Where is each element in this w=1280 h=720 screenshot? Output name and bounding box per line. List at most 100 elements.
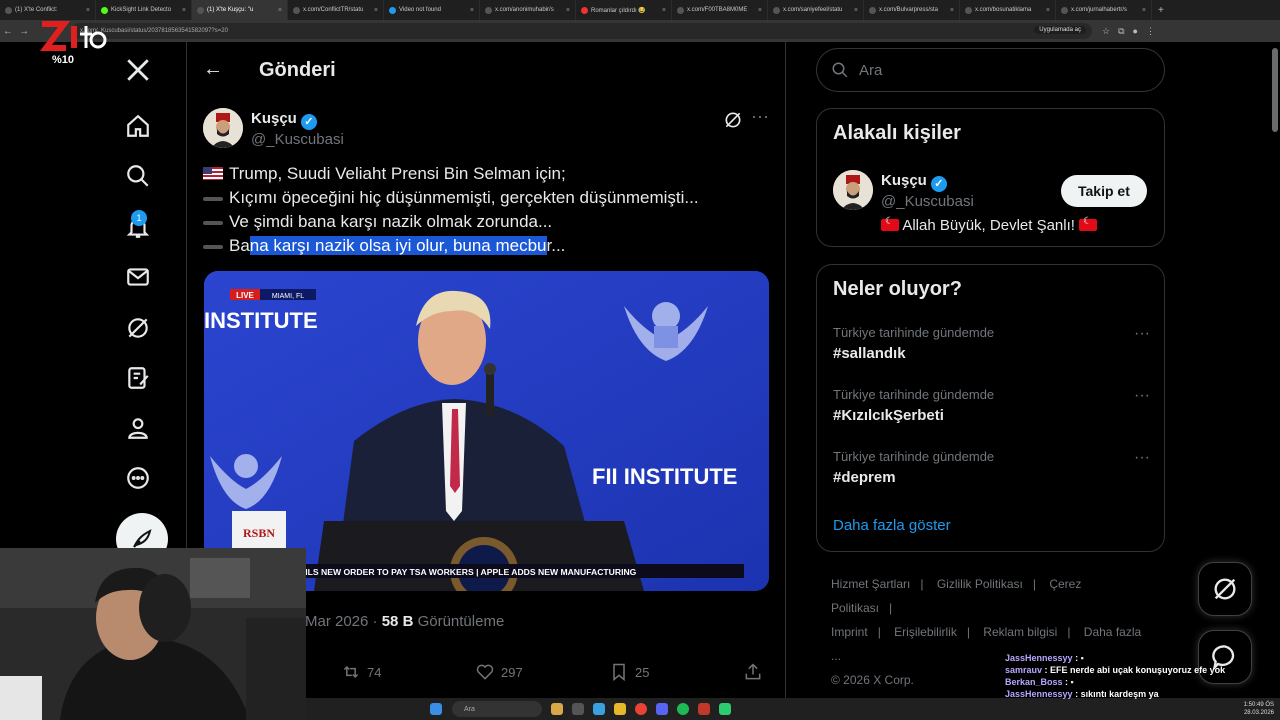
retweet-count: 74 [367, 664, 382, 680]
messages-envelope-icon[interactable] [118, 257, 158, 297]
tab-close-icon[interactable]: × [182, 7, 186, 14]
footer-link[interactable]: Erişilebilirlik [894, 625, 957, 639]
tab-close-icon[interactable]: × [470, 7, 474, 14]
tab-close-icon[interactable]: × [758, 7, 762, 14]
chrome-icon[interactable] [635, 703, 647, 715]
relevant-avatar[interactable] [833, 170, 873, 210]
url-field[interactable]: x.com/_Kuscubasi/status/2037818563541582… [72, 23, 1092, 39]
browser-tab[interactable]: x.com/bosunatiklama × [960, 0, 1056, 20]
author-name[interactable]: Kuşçu ✓ [251, 110, 317, 130]
verified-badge-icon: ✓ [930, 176, 947, 192]
browser-tab[interactable]: Video not found × [384, 0, 480, 20]
follow-button[interactable]: Takip et [1061, 175, 1147, 207]
edge-icon[interactable] [593, 703, 605, 715]
share-button[interactable] [743, 662, 763, 682]
browser-tab[interactable]: x.com/jurnalhabertr/s × [1056, 0, 1152, 20]
trend-more-icon[interactable]: ··· [1134, 325, 1150, 343]
grok-icon[interactable] [118, 308, 158, 348]
trend-more-icon[interactable]: ··· [1134, 449, 1150, 467]
relevant-name[interactable]: Kuşçu ✓ [881, 172, 947, 192]
browser-tab[interactable]: x.com/anonimuhabir/s × [480, 0, 576, 20]
weather-icon[interactable] [551, 703, 563, 715]
page-scrollbar[interactable] [1272, 48, 1278, 132]
task-view-icon[interactable] [572, 703, 584, 715]
forward-nav-icon[interactable]: → [16, 26, 32, 37]
grok-fab-button[interactable] [1198, 562, 1252, 616]
relevant-bio: Allah Büyük, Devlet Şanlı! [881, 216, 1098, 234]
browser-tab[interactable]: x.com/F00TBA8M0ME × [672, 0, 768, 20]
file-explorer-icon[interactable] [614, 703, 626, 715]
profile-icon[interactable]: ● [1133, 26, 1138, 36]
retweet-button[interactable]: 74 [341, 662, 381, 682]
like-button[interactable]: 297 [475, 662, 523, 682]
tweet-more-icon[interactable]: ··· [751, 106, 769, 127]
right-sidebar: Ara Alakalı kişiler Kuşçu ✓ @_Kuscubasi T… [786, 42, 1280, 720]
system-tray[interactable]: 1:50:49 ÖS 28.03.2026 [1244, 701, 1274, 717]
tab-label: x.com/saniyefeel/statu [783, 7, 843, 13]
lists-icon[interactable] [118, 358, 158, 398]
tab-close-icon[interactable]: × [374, 7, 378, 14]
app-icon[interactable] [698, 703, 710, 715]
tab-close-icon[interactable]: × [566, 7, 570, 14]
star-icon[interactable]: ☆ [1102, 26, 1110, 37]
new-tab-icon[interactable]: + [1158, 5, 1164, 16]
tab-close-icon[interactable]: × [86, 7, 90, 14]
menu-icon[interactable]: ⋮ [1146, 26, 1155, 37]
tweet-line: Bana karşı nazik olsa iyi olur, buna mec… [203, 234, 763, 258]
browser-tab[interactable]: KickSight Link Detecto × [96, 0, 192, 20]
profile-icon[interactable] [118, 408, 158, 448]
footer-link[interactable]: Reklam bilgisi [983, 625, 1057, 639]
relevant-handle[interactable]: @_Kuscubasi [881, 193, 974, 210]
tab-favicon-icon [197, 6, 204, 14]
tab-close-icon[interactable]: × [1046, 7, 1050, 14]
tweet-video[interactable]: LIVE MIAMI, FL INSTITUTE FII INSTITUTE R… [204, 271, 769, 591]
tweet-date[interactable]: Mar 2026 · [305, 613, 378, 630]
author-handle[interactable]: @_Kuscubasi [251, 131, 344, 148]
tab-label: Romanlar çıldırdı 😂 [591, 7, 646, 14]
show-more-link[interactable]: Daha fazla göster [833, 517, 951, 534]
tab-favicon-icon [485, 6, 492, 14]
open-in-app-button[interactable]: Uygulamada aç [1034, 26, 1086, 34]
windows-start-icon[interactable] [430, 703, 442, 715]
home-icon[interactable] [118, 106, 158, 146]
spotify-icon[interactable] [677, 703, 689, 715]
tab-label: x.com/ConflictTR/statu [303, 7, 364, 13]
tab-favicon-icon [869, 6, 876, 14]
tab-favicon-icon [389, 6, 396, 14]
browser-tab[interactable]: x.com/ConflictTR/statu × [288, 0, 384, 20]
author-avatar[interactable] [203, 108, 243, 148]
trend-item[interactable]: Türkiye tarihinde gündemde #KızılcıkŞerb… [833, 387, 1150, 424]
footer-link[interactable]: Gizlilik Politikası [937, 577, 1023, 591]
x-logo-icon[interactable] [118, 50, 158, 90]
bookmark-button[interactable]: 25 [609, 662, 649, 682]
tab-close-icon[interactable]: × [854, 7, 858, 14]
footer-link[interactable]: Hizmet Şartları [831, 577, 910, 591]
tab-close-icon[interactable]: × [1142, 7, 1146, 14]
browser-tab[interactable]: (1) X'te Conflict: × [0, 0, 96, 20]
app-icon[interactable] [719, 703, 731, 715]
tab-close-icon[interactable]: × [950, 7, 954, 14]
tab-close-icon[interactable]: × [662, 7, 666, 14]
back-arrow-icon[interactable]: ← [203, 58, 223, 81]
trend-more-icon[interactable]: ··· [1134, 387, 1150, 405]
discord-icon[interactable] [656, 703, 668, 715]
browser-tab[interactable]: (1) X'te Kuşçu: "u × [192, 0, 288, 20]
trend-item[interactable]: Türkiye tarihinde gündemde #deprem ··· [833, 449, 1150, 486]
trend-item[interactable]: Türkiye tarihinde gündemde #sallandık ··… [833, 325, 1150, 362]
search-box[interactable]: Ara [816, 48, 1165, 92]
tab-close-icon[interactable]: × [278, 7, 282, 14]
chat-text: EFE nerde abi uçak konuşuyoruz efe yok [1050, 665, 1226, 675]
extensions-icon[interactable]: ⧉ [1118, 26, 1124, 37]
grok-explain-icon[interactable] [723, 110, 743, 130]
browser-tab[interactable]: x.com/Bulvarpress/sta × [864, 0, 960, 20]
trend-context: Türkiye tarihinde gündemde [833, 325, 995, 340]
search-placeholder: Ara [859, 61, 883, 79]
footer-link[interactable]: Imprint [831, 625, 868, 639]
chat-user: Berkan_Boss [1005, 677, 1063, 687]
browser-tab[interactable]: Romanlar çıldırdı 😂 × [576, 0, 672, 20]
browser-tab[interactable]: x.com/saniyefeel/statu × [768, 0, 864, 20]
more-options-icon[interactable] [118, 458, 158, 498]
back-nav-icon[interactable]: ← [0, 26, 16, 37]
search-icon[interactable] [118, 156, 158, 196]
taskbar-search[interactable]: Ara [452, 701, 542, 717]
